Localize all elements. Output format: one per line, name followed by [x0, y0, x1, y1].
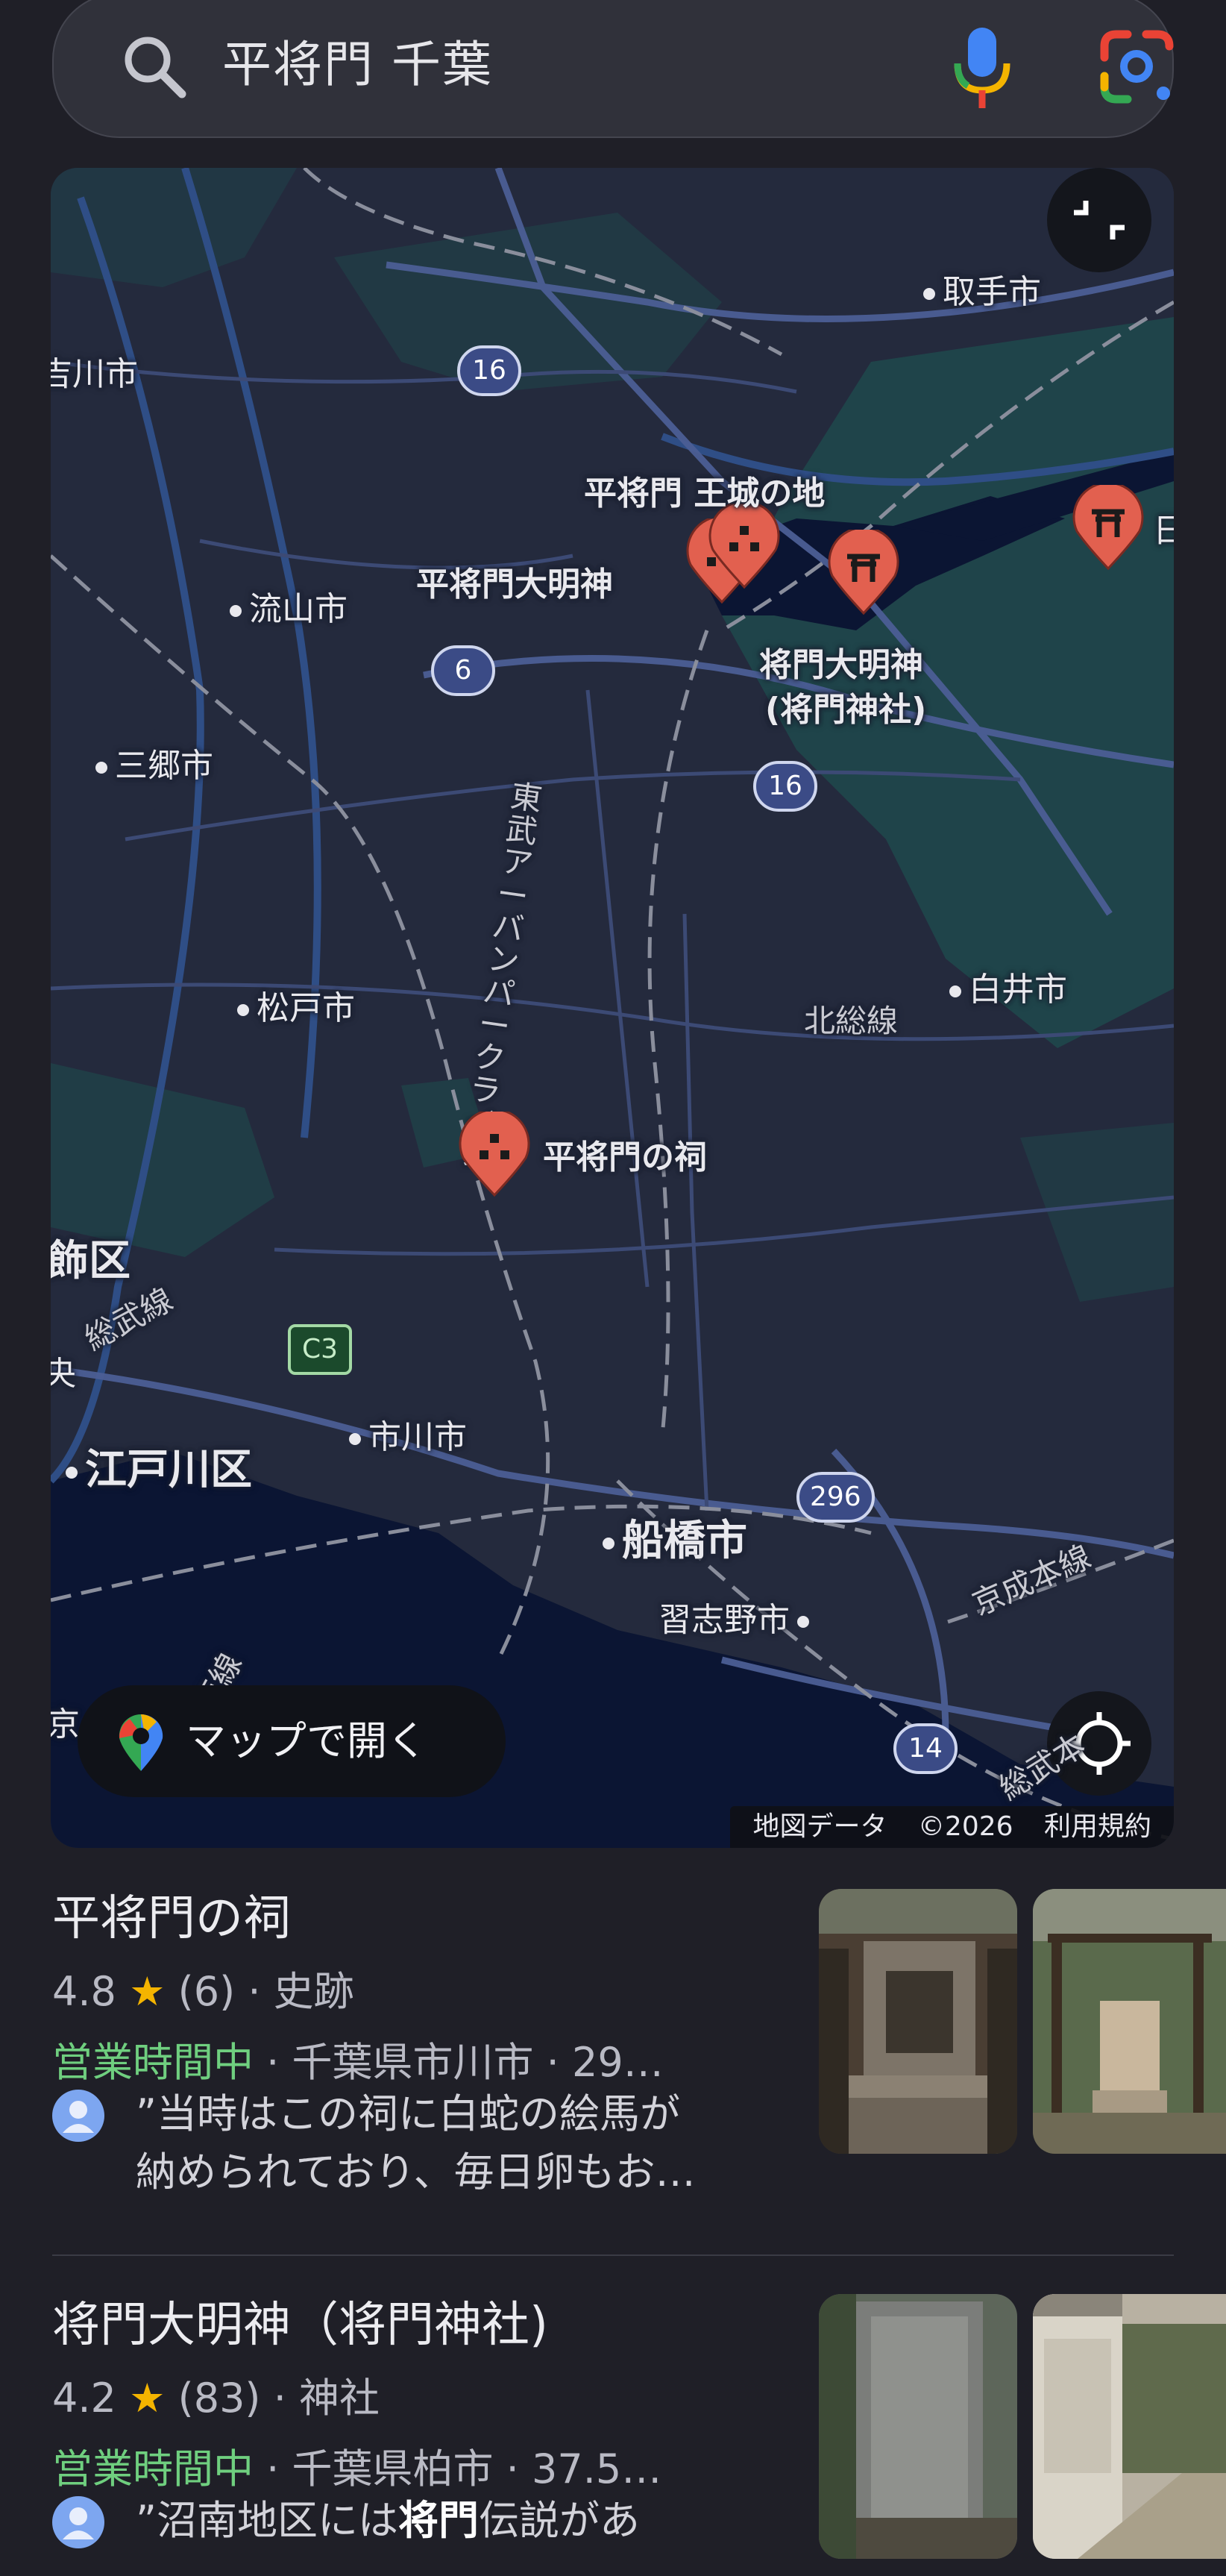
place-photo-image	[819, 2294, 1017, 2559]
map-label-nagareyama: 流山市	[230, 582, 348, 630]
map-label-misato: 三郷市	[95, 739, 213, 786]
place-category: 史跡	[273, 1968, 354, 2015]
rating-value: 4.8	[52, 1968, 116, 2015]
place-address: 千葉県柏市 · 37.5…	[292, 2445, 662, 2492]
place-photo[interactable]	[819, 2294, 1017, 2559]
open-in-maps-label: マップで開く	[186, 1717, 427, 1764]
place-category: 神社	[299, 2375, 380, 2422]
place-status: 営業時間中 · 千葉県柏市 · 37.5…	[52, 2445, 662, 2492]
route-14-shield: 14	[893, 1723, 958, 1774]
avatar	[52, 2090, 104, 2142]
map-label-matsudo: 松戸市	[237, 981, 355, 1029]
search-icon[interactable]	[113, 25, 195, 107]
place-meta: 4.8 ★ (6) · 史跡	[52, 1958, 354, 2017]
map-label-edge-kyo: 京	[51, 1705, 80, 1743]
rating-value: 4.2	[52, 2375, 116, 2422]
review-text-line: 納められており、毎日卵もお…	[136, 2149, 696, 2196]
result-divider	[52, 2254, 1174, 2256]
user-icon	[63, 2507, 94, 2539]
route-c3-shield: C3	[288, 1324, 352, 1375]
place-photo[interactable]	[819, 1889, 1017, 2154]
map-attribution[interactable]: 地図データ ©2026 利用規約	[730, 1806, 1174, 1848]
review-count: (83)	[177, 2375, 261, 2422]
top-bar: 平将門 千葉	[0, 0, 1226, 175]
place-photo[interactable]	[1033, 2294, 1226, 2559]
mic-icon[interactable]	[941, 20, 1023, 113]
place-photo-image	[1033, 2294, 1226, 2559]
avatar	[52, 2496, 104, 2548]
place-photo[interactable]	[1033, 1889, 1226, 2154]
place-title[interactable]: 平将門の祠	[52, 1880, 291, 1949]
map-label-funabashi: 船橋市	[603, 1507, 747, 1567]
map-label-katsushika: 飾区	[51, 1237, 131, 1285]
map-label-hokuso-line: 北総線	[804, 1003, 899, 1039]
map-label-edogawa: 江戸川区	[66, 1436, 252, 1497]
place-address: 千葉県市川市 · 29…	[292, 2039, 664, 2086]
map-label-ichikawa: 市川市	[349, 1410, 467, 1458]
place-status: 営業時間中 · 千葉県市川市 · 29…	[52, 2039, 664, 2086]
route-16-shield: 16	[753, 761, 817, 812]
shrine-pin[interactable]	[826, 530, 901, 618]
map-label-edge-hi: 日	[1153, 512, 1174, 550]
route-16-shield: 16	[457, 345, 521, 396]
separator: ·	[273, 2375, 286, 2422]
user-icon	[63, 2101, 94, 2133]
star-icon: ★	[129, 2375, 166, 2422]
collapse-map-button[interactable]	[1047, 168, 1151, 272]
poi-label-shomon-jinja[interactable]: (将門神社)	[765, 683, 926, 730]
place-result[interactable]: 平将門の祠 4.8 ★ (6) · 史跡 営業時間中 · 千葉県市川市 · 29…	[52, 1880, 1226, 2223]
poi-label-shomon-daimyojin[interactable]: 将門大明神	[759, 638, 923, 686]
poi-label-masakado-ojo[interactable]: 平将門 王城の地	[584, 466, 825, 514]
review-count: (6)	[177, 1968, 236, 2015]
map-view[interactable]: 取手市 吉川市 流山市 三郷市 松戸市 白井市 飾区 江戸川区 市川市 船橋市 …	[51, 168, 1174, 1848]
open-status: 営業時間中	[52, 2445, 254, 2492]
review-text-line: ”沼南地区には将門伝説があ	[136, 2497, 640, 2544]
separator: ·	[248, 1968, 261, 2015]
search-bar[interactable]: 平将門 千葉	[52, 0, 1174, 138]
lens-icon[interactable]	[1094, 24, 1180, 110]
route-6-shield: 6	[431, 645, 495, 696]
open-status: 営業時間中	[52, 2039, 254, 2086]
collapse-icon	[1074, 201, 1125, 239]
review-text-line: ”当時はこの祠に白蛇の絵馬が	[136, 2090, 680, 2137]
shrine-pin[interactable]	[1071, 485, 1145, 573]
place-meta: 4.2 ★ (83) · 神社	[52, 2365, 380, 2424]
map-label-narashino: 習志野市	[658, 1593, 817, 1640]
star-icon: ★	[129, 1968, 166, 2015]
google-maps-icon	[119, 1714, 163, 1771]
historic-site-pin[interactable]	[457, 1112, 532, 1200]
place-photo-image	[1033, 1889, 1226, 2154]
historic-site-pin[interactable]	[707, 504, 782, 592]
place-title[interactable]: 将門大明神（将門神社)	[52, 2287, 548, 2355]
map-label-toride: 取手市	[923, 265, 1041, 313]
map-label-shiroi: 白井市	[949, 962, 1067, 1010]
poi-label-masakado-daimyojin[interactable]: 平将門大明神	[416, 557, 613, 605]
place-photo-image	[819, 1889, 1017, 2154]
search-query[interactable]: 平将門 千葉	[222, 24, 493, 106]
route-296-shield: 296	[796, 1472, 875, 1523]
place-result[interactable]: 将門大明神（将門神社) 4.2 ★ (83) · 神社 営業時間中 · 千葉県柏…	[52, 2287, 1226, 2576]
map-label-edge-naka: 央	[51, 1355, 76, 1393]
open-in-maps-button[interactable]: マップで開く	[78, 1685, 506, 1797]
poi-label-masakado-hokora[interactable]: 平将門の祠	[543, 1130, 707, 1178]
map-label-yoshikawa: 吉川市	[51, 355, 138, 393]
